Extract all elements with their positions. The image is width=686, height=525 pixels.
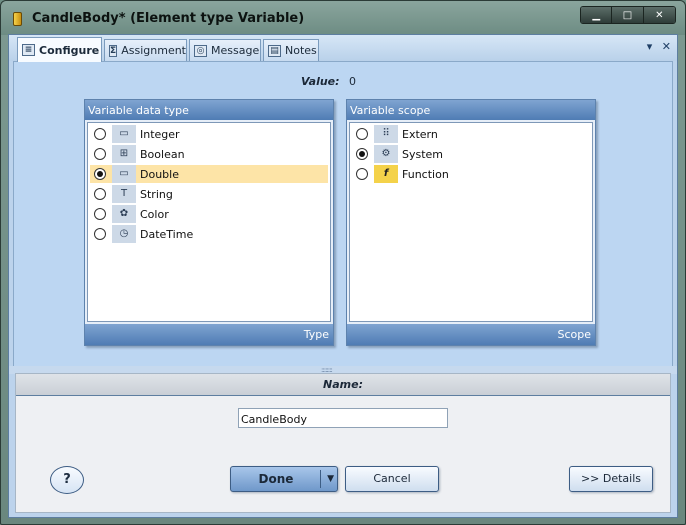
minimize-button[interactable]: ▁ [581,7,613,23]
tab-notes[interactable]: ▤ Notes [263,39,319,61]
data-type-option-integer[interactable]: ▭ Integer [90,125,328,143]
scope-option-system[interactable]: ⚙ System [352,145,590,163]
data-type-option-string[interactable]: T String [90,185,328,203]
integer-icon: ▭ [112,125,136,143]
data-type-header: Variable data type [85,100,333,120]
radio-button[interactable] [356,128,368,140]
scope-option-extern[interactable]: ⠿ Extern [352,125,590,143]
scope-option-function[interactable]: f Function [352,165,590,183]
radio-button[interactable] [356,168,368,180]
radio-button[interactable] [94,148,106,160]
tab-configure[interactable]: ≡ Configure [17,37,102,62]
scope-list: ⠿ Extern ⚙ System f Function [349,122,593,322]
window-title: CandleBody* (Element type Variable) [32,11,305,26]
tab-message[interactable]: ◎ Message [189,39,261,61]
radio-button[interactable] [94,168,106,180]
system-icon: ⚙ [374,145,398,163]
tab-label: Message [211,44,260,57]
help-button[interactable]: ? [50,466,84,494]
list-icon: ≡ [22,44,35,56]
option-label: Color [140,208,169,221]
tab-assignment[interactable]: Σ Assignment [104,39,187,61]
radio-button[interactable] [94,188,106,200]
data-type-option-double[interactable]: ▭ Double [90,165,328,183]
option-label: System [402,148,444,161]
tab-label: Configure [39,43,100,57]
data-type-option-datetime[interactable]: ◷ DateTime [90,225,328,243]
option-label: Extern [402,128,438,141]
option-label: DateTime [140,228,194,241]
sigma-icon: Σ [109,44,118,57]
boolean-icon: ⊞ [112,145,136,163]
data-type-option-boolean[interactable]: ⊞ Boolean [90,145,328,163]
radio-button[interactable] [94,208,106,220]
tabbar-controls: ▾ ✕ [647,40,671,53]
extern-icon: ⠿ [374,125,398,143]
option-label: String [140,188,173,201]
title-bar[interactable]: CandleBody* (Element type Variable) ▁ □ … [1,1,685,35]
notes-icon: ▤ [268,44,281,57]
close-button[interactable]: ✕ [643,7,675,23]
radio-button[interactable] [94,128,106,140]
radio-button[interactable] [356,148,368,160]
cancel-button[interactable]: Cancel [345,466,439,492]
tab-label: Assignment [121,44,186,57]
option-label: Integer [140,128,180,141]
double-icon: ▭ [112,165,136,183]
radio-button[interactable] [94,228,106,240]
candle-icon [13,12,22,26]
data-type-list: ▭ Integer ⊞ Boolean ▭ Double T String ✿ … [87,122,331,322]
name-panel: Name: ? Done ▼ Cancel >> Details [15,373,671,513]
scope-footer: Scope [347,324,595,345]
data-type-option-color[interactable]: ✿ Color [90,205,328,223]
dialog-client: ≡ Configure Σ Assignment ◎ Message ▤ Not… [8,34,678,518]
tab-bar: ≡ Configure Σ Assignment ◎ Message ▤ Not… [9,35,677,62]
value-label: Value: [301,75,340,88]
string-icon: T [112,185,136,203]
details-button[interactable]: >> Details [569,466,653,492]
maximize-button[interactable]: □ [612,7,644,23]
value-text: 0 [349,75,356,88]
option-label: Function [402,168,449,181]
name-label: Name: [16,374,670,396]
scope-group: Variable scope ⠿ Extern ⚙ System f Funct… [346,99,596,346]
data-type-group: Variable data type ▭ Integer ⊞ Boolean ▭… [84,99,334,346]
done-label: Done [258,472,294,486]
color-icon: ✿ [112,205,136,223]
chevron-down-icon[interactable]: ▾ [647,40,653,53]
name-input[interactable] [238,408,448,428]
configure-page: Value: 0 Variable data type ▭ Integer ⊞ … [13,61,673,367]
dropdown-arrow-icon[interactable]: ▼ [327,467,334,491]
option-label: Boolean [140,148,185,161]
option-label: Double [140,168,179,181]
separator [320,470,321,488]
clock-icon: ◷ [112,225,136,243]
window-controls: ▁ □ ✕ [580,6,676,24]
done-button[interactable]: Done ▼ [230,466,338,492]
close-tab-icon[interactable]: ✕ [662,40,671,53]
dialog-window: CandleBody* (Element type Variable) ▁ □ … [0,0,686,525]
data-type-footer: Type [85,324,333,345]
scope-header: Variable scope [347,100,595,120]
function-icon: f [374,165,398,183]
tab-label: Notes [285,44,317,57]
globe-icon: ◎ [194,44,207,57]
